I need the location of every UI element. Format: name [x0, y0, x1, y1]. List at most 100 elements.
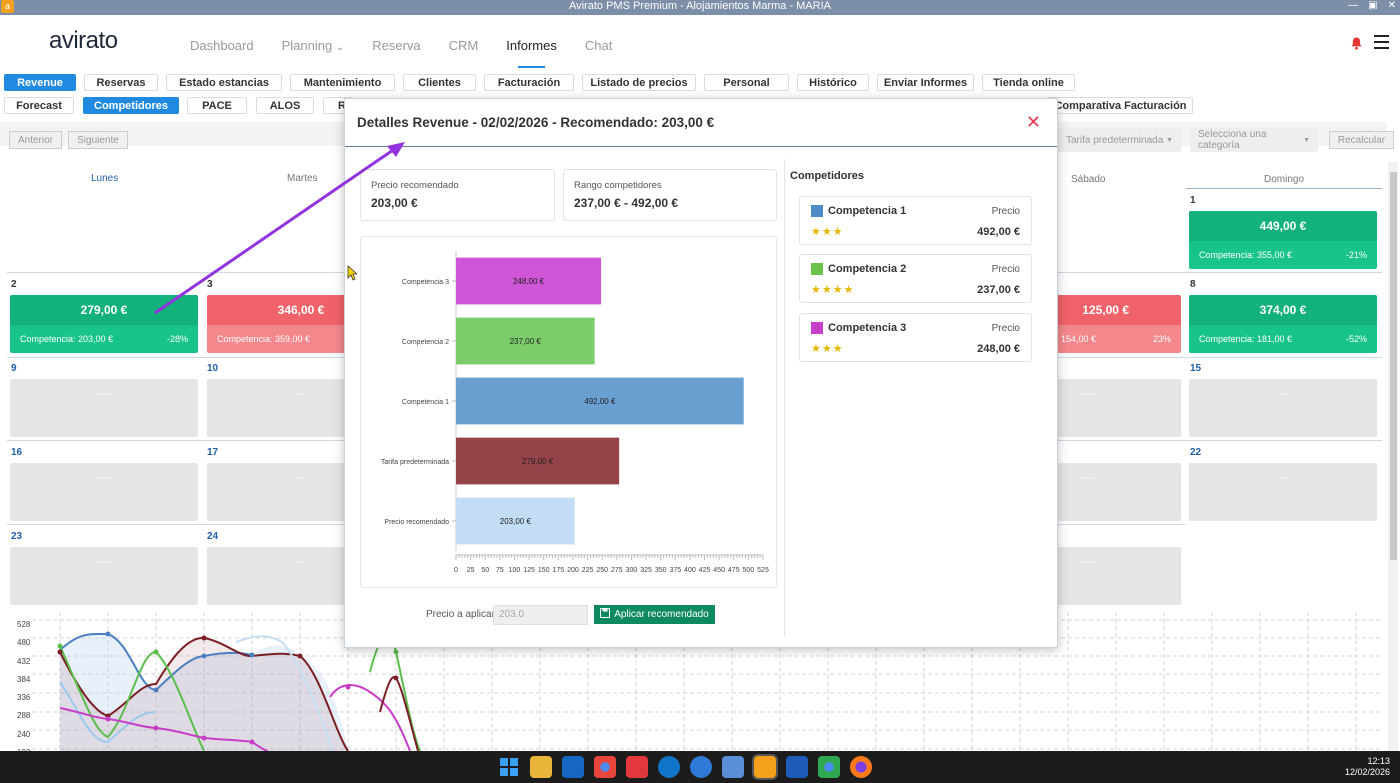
app-icon[interactable]: [690, 756, 712, 778]
windows-start-icon[interactable]: [498, 756, 520, 778]
empty-day-card[interactable]: ----: [1189, 463, 1377, 521]
anydesk-icon[interactable]: [626, 756, 648, 778]
nav-crm[interactable]: CRM: [449, 38, 479, 53]
category-label: Competencia 3: [402, 279, 449, 286]
recalculate-button[interactable]: Recalcular: [1329, 131, 1394, 149]
bell-icon[interactable]: [1351, 37, 1362, 53]
word-icon[interactable]: [786, 756, 808, 778]
competitor-price: 492,00 €: [977, 226, 1020, 238]
day-header-sunday: Domingo: [1264, 174, 1305, 185]
taskbar-icons: [498, 754, 872, 780]
day-number: 9: [11, 363, 17, 374]
nav-dashboard[interactable]: Dashboard: [190, 38, 254, 53]
y-tick: 528: [17, 620, 31, 629]
outlook-icon[interactable]: [562, 756, 584, 778]
x-tick-label: 500: [743, 567, 755, 574]
y-tick: 240: [17, 729, 31, 739]
y-tick: 336: [17, 693, 31, 703]
app-header: avirato Dashboard Planning ⌄ Reserva CRM…: [0, 15, 1400, 70]
apply-price-input[interactable]: 203.0: [493, 605, 588, 625]
nav-planning[interactable]: Planning ⌄: [282, 38, 345, 53]
bar-value-label: 279,00 €: [522, 457, 554, 466]
day-number: 17: [207, 447, 219, 458]
tab-clientes[interactable]: Clientes: [403, 74, 476, 91]
x-tick-label: 225: [582, 567, 594, 574]
day-price-card[interactable]: 449,00 € Competencia: 355,00 € -21%: [1189, 211, 1377, 269]
clock-date: 12/02/2026: [1344, 767, 1390, 777]
system-clock[interactable]: 12:13 12/02/2026: [1345, 756, 1390, 778]
empty-day-card[interactable]: ----: [10, 379, 198, 437]
empty-day-card[interactable]: ----: [10, 463, 198, 521]
file-explorer-icon[interactable]: [530, 756, 552, 778]
category-label: Tarifa predeterminada: [381, 459, 449, 466]
tab-reservas[interactable]: Reservas: [84, 74, 158, 91]
day-number: 15: [1190, 363, 1202, 374]
competitor-name: Competencia 3: [828, 322, 907, 334]
apply-recommended-button[interactable]: Aplicar recomendado: [594, 605, 715, 624]
competitor-price: 248,00 €: [977, 343, 1020, 355]
empty-day-card[interactable]: ----: [1189, 379, 1377, 437]
avirato-app-icon[interactable]: [752, 754, 778, 780]
tab-mantenimiento[interactable]: Mantenimiento: [290, 74, 395, 91]
x-tick-label: 525: [757, 567, 769, 574]
tab-alos[interactable]: ALOS: [256, 97, 314, 114]
recommended-price-label: Precio recomendado: [371, 180, 459, 191]
day-number: 24: [207, 531, 219, 542]
category-select-value: Selecciona una categoría: [1198, 129, 1267, 151]
tab-competidores[interactable]: Competidores: [83, 97, 179, 114]
day-header-tuesday: Martes: [287, 173, 318, 184]
minimize-icon[interactable]: —: [1348, 0, 1358, 12]
nav-chat[interactable]: Chat: [585, 38, 612, 53]
empty-day-card[interactable]: ----: [10, 547, 198, 605]
notepad-icon[interactable]: [722, 756, 744, 778]
x-tick-label: 350: [655, 567, 667, 574]
close-icon[interactable]: ✕: [1026, 113, 1041, 131]
day-price-card[interactable]: 374,00 € Competencia: 181,00 € -52%: [1189, 295, 1377, 353]
day-price-card[interactable]: 279,00 € Competencia: 203,00 € -28%: [10, 295, 198, 353]
x-tick-label: 100: [509, 567, 521, 574]
tab-revenue[interactable]: Revenue: [4, 74, 76, 91]
nav-informes[interactable]: Informes: [506, 38, 557, 68]
bar-value-label: 203,00 €: [500, 517, 532, 526]
close-window-icon[interactable]: ✕: [1388, 0, 1396, 12]
price-label: Precio: [991, 323, 1020, 334]
tariff-select[interactable]: Tarifa predeterminada ▼: [1058, 128, 1181, 152]
mouse-cursor-icon: [347, 265, 359, 284]
competitor-price: 237,00 €: [977, 284, 1020, 296]
star-rating: ★★★★: [811, 284, 855, 296]
nav-reserva[interactable]: Reserva: [372, 38, 420, 53]
tab-pace[interactable]: PACE: [187, 97, 247, 114]
avirato-logo[interactable]: avirato: [49, 27, 118, 55]
tab-forecast[interactable]: Forecast: [4, 97, 74, 114]
caret-down-icon: ▼: [1166, 136, 1173, 144]
chevron-down-icon: ⌄: [335, 42, 345, 53]
price-label: Precio: [991, 264, 1020, 275]
category-select[interactable]: Selecciona una categoría ▼: [1190, 128, 1318, 152]
prev-button[interactable]: Anterior: [9, 131, 62, 149]
firefox-icon[interactable]: [850, 756, 872, 778]
tab-estado-estancias[interactable]: Estado estancias: [166, 74, 282, 91]
scrollbar-thumb[interactable]: [1390, 172, 1397, 560]
chrome-icon[interactable]: [594, 756, 616, 778]
day-number: 22: [1190, 447, 1202, 458]
clock-time: 12:13: [1367, 756, 1390, 766]
tab-facturacion[interactable]: Facturación: [484, 74, 574, 91]
tab-comparativa-facturacion[interactable]: Comparativa Facturación: [1048, 97, 1193, 114]
tab-listado-precios[interactable]: Listado de precios: [582, 74, 696, 91]
tab-tienda-online[interactable]: Tienda online: [982, 74, 1075, 91]
competition-price: Competencia: 203,00 €: [20, 334, 114, 344]
browser-icon[interactable]: [658, 756, 680, 778]
tab-enviar-informes[interactable]: Enviar Informes: [877, 74, 974, 91]
maximize-icon[interactable]: ▣: [1368, 0, 1377, 12]
menu-icon[interactable]: [1374, 35, 1389, 49]
competition-price: 154,00 €: [1061, 334, 1097, 344]
price-label: Precio: [991, 206, 1020, 217]
competitor-card: Competencia 1 Precio ★★★ 492,00 €: [799, 196, 1032, 245]
y-tick: 432: [17, 656, 31, 666]
day-number: 3: [207, 279, 213, 290]
page-scrollbar[interactable]: [1388, 162, 1398, 751]
tab-personal[interactable]: Personal: [704, 74, 789, 91]
next-button[interactable]: Siguiente: [68, 131, 128, 149]
tab-historico[interactable]: Histórico: [797, 74, 869, 91]
chrome-profile-icon[interactable]: [818, 756, 840, 778]
